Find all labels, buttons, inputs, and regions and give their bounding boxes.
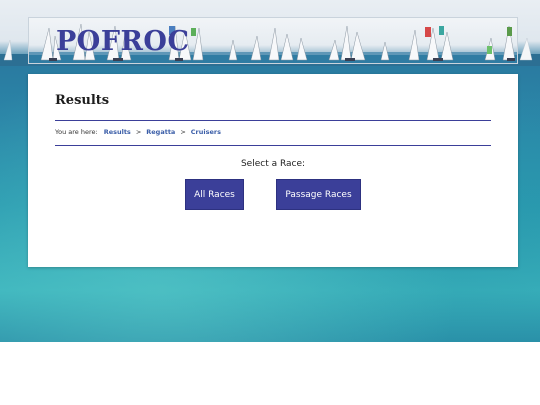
breadcrumb-separator: > [135,128,142,136]
divider-top [55,120,491,121]
site-header-banner: POFROC [28,17,518,64]
select-race-prompt: Select a Race: [240,159,306,169]
breadcrumb-link-results[interactable]: Results [104,128,131,136]
page-title: Results [55,93,110,108]
breadcrumb-separator: > [180,128,186,136]
passage-races-button[interactable]: Passage Races [276,179,361,210]
breadcrumb-lead-text: You are here: [55,128,98,136]
all-races-button[interactable]: All Races [185,179,244,210]
divider-bottom [55,145,491,146]
breadcrumb-link-regatta[interactable]: Regatta [146,128,175,136]
site-logo[interactable]: POFROC [56,26,189,58]
breadcrumb: You are here: Results > Regatta > Cruise… [55,128,221,136]
content-card: Results You are here: Results > Regatta … [28,74,518,267]
breadcrumb-link-cruisers[interactable]: Cruisers [191,128,221,136]
